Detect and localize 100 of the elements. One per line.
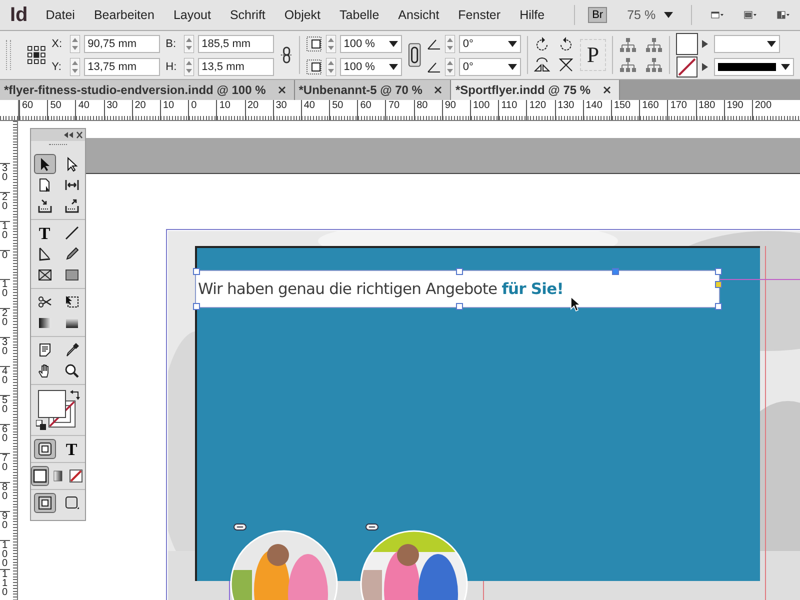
menu-item[interactable]: Datei <box>46 8 75 22</box>
ruler-label: 110 <box>498 100 526 120</box>
ruler-label: 10 <box>0 221 10 250</box>
default-colors-icon[interactable] <box>36 420 46 430</box>
page-view-tool-button[interactable] <box>34 493 56 513</box>
hierarchy-icon[interactable] <box>645 37 664 53</box>
page-icon <box>36 177 52 193</box>
reference-point-icon[interactable] <box>26 45 46 65</box>
document-tab[interactable]: *flyer-fitness-studio-endversion.indd @ 100 % <box>0 80 295 100</box>
fill-stroke-swatches[interactable] <box>34 388 82 432</box>
scissors-icon <box>36 294 52 310</box>
stroke-weight-dropdown[interactable] <box>714 34 780 52</box>
gradient-swatch-icon <box>36 315 52 331</box>
swap-arrow-icon[interactable] <box>70 390 80 400</box>
stroke-type-dropdown[interactable] <box>714 58 794 76</box>
rotate-icon[interactable] <box>558 37 574 53</box>
menu-item[interactable]: Hilfe <box>520 8 545 22</box>
bridge-button[interactable]: Br <box>588 7 608 23</box>
chain-link-icon[interactable] <box>408 42 421 68</box>
ruler-label: 90 <box>442 100 470 120</box>
spinner-icon[interactable] <box>444 58 455 76</box>
menu-item[interactable]: Tabelle <box>340 8 380 22</box>
type-tool-button[interactable]: T <box>34 223 56 243</box>
ruler-label: 60 <box>19 100 48 120</box>
menu-item[interactable]: Bearbeiten <box>94 8 154 22</box>
spinner-icon[interactable] <box>70 58 80 76</box>
crossed-rectangle-icon <box>36 267 52 283</box>
stroke-none-swatch[interactable] <box>676 56 698 78</box>
zoom-icon <box>64 363 80 379</box>
close-icon[interactable] <box>278 86 286 94</box>
note-icon <box>36 342 52 358</box>
menu-item[interactable]: Ansicht <box>398 8 440 22</box>
menu-item[interactable]: Layout <box>173 8 211 22</box>
caret-icon <box>388 64 398 70</box>
position-field[interactable]: 90,75 mm <box>84 34 160 52</box>
flip-icon[interactable] <box>534 57 550 73</box>
menu-item[interactable]: Schrift <box>230 8 266 22</box>
paragraph-frame-glyph[interactable]: P <box>580 39 606 71</box>
ruler-label: 140 <box>582 100 611 120</box>
screen-mode-icon <box>64 495 80 511</box>
flip-icon[interactable] <box>558 57 574 73</box>
close-icon[interactable] <box>602 86 611 94</box>
scale-dropdown[interactable]: 100 % <box>340 58 402 76</box>
spinner-icon[interactable] <box>326 34 336 52</box>
caret-icon[interactable] <box>702 40 708 48</box>
hierarchy-icon[interactable] <box>619 57 638 73</box>
spinner-icon[interactable] <box>70 34 80 52</box>
ruler-label: 40 <box>300 100 330 120</box>
square-tool-button[interactable] <box>31 466 49 486</box>
ruler-label: 60 <box>357 100 386 120</box>
arrow-cursor-tool-button[interactable] <box>34 154 56 174</box>
menu-item[interactable]: Fenster <box>458 8 501 22</box>
document-tab[interactable]: *Sportflyer.indd @ 75 % <box>451 80 620 100</box>
hierarchy-icon[interactable] <box>645 57 664 73</box>
scale-dropdown[interactable]: 100 % <box>340 34 402 52</box>
ruler-label: 160 <box>639 100 668 120</box>
ruler-label: 10 <box>216 100 244 120</box>
menu-item[interactable]: Objekt <box>284 8 321 22</box>
close-icon[interactable] <box>434 86 442 94</box>
ruler-label: 20 <box>0 192 10 221</box>
ruler-label: 50 <box>329 100 358 120</box>
page-view-icon <box>36 495 52 511</box>
ruler-label: 50 <box>47 100 76 120</box>
framed-square-tool-button[interactable] <box>34 439 56 459</box>
ruler-label: 110 <box>0 569 10 598</box>
collapse-icon[interactable] <box>63 131 83 139</box>
type-tool-button[interactable]: T <box>60 439 82 459</box>
angle-dropdown[interactable]: 0° <box>458 58 521 76</box>
spinner-icon[interactable] <box>184 58 194 76</box>
zoom-dropdown[interactable]: 75 % <box>619 8 681 22</box>
pencil-icon <box>64 246 80 262</box>
ruler-label: 120 <box>526 100 555 120</box>
size-field[interactable]: 185,5 mm <box>198 34 274 52</box>
spinner-icon[interactable] <box>444 34 455 52</box>
spinner-icon[interactable] <box>184 34 194 52</box>
ruler-label: 170 <box>667 100 696 120</box>
caret-icon <box>766 40 776 46</box>
dashed-box-arrow-icon <box>64 294 80 310</box>
gap-icon <box>64 177 80 193</box>
caret-icon <box>388 40 398 46</box>
position-field[interactable]: 13,75 mm <box>84 58 160 76</box>
ruler-label: 30 <box>272 100 301 120</box>
square-icon <box>32 468 48 484</box>
ruler-label: 10 <box>160 100 188 120</box>
ruler-label: 150 <box>610 100 640 120</box>
size-field[interactable]: 13,5 mm <box>198 58 274 76</box>
eyedropper-icon <box>64 342 80 358</box>
chain-link-icon[interactable] <box>280 46 293 64</box>
ruler-label: 80 <box>414 100 442 120</box>
fill-swatch[interactable] <box>38 390 66 418</box>
rectangle-icon <box>64 267 80 283</box>
angle-dropdown[interactable]: 0° <box>458 34 521 52</box>
fill-swatch[interactable] <box>676 32 698 54</box>
rotate-icon[interactable] <box>534 37 550 53</box>
hierarchy-icon[interactable] <box>619 37 638 53</box>
ruler-label: 100 <box>470 100 498 120</box>
caret-icon[interactable] <box>702 62 708 70</box>
spinner-icon[interactable] <box>326 58 336 76</box>
ruler-label: 180 <box>696 100 724 120</box>
document-tab[interactable]: *Unbenannt-5 @ 70 % <box>294 80 452 100</box>
